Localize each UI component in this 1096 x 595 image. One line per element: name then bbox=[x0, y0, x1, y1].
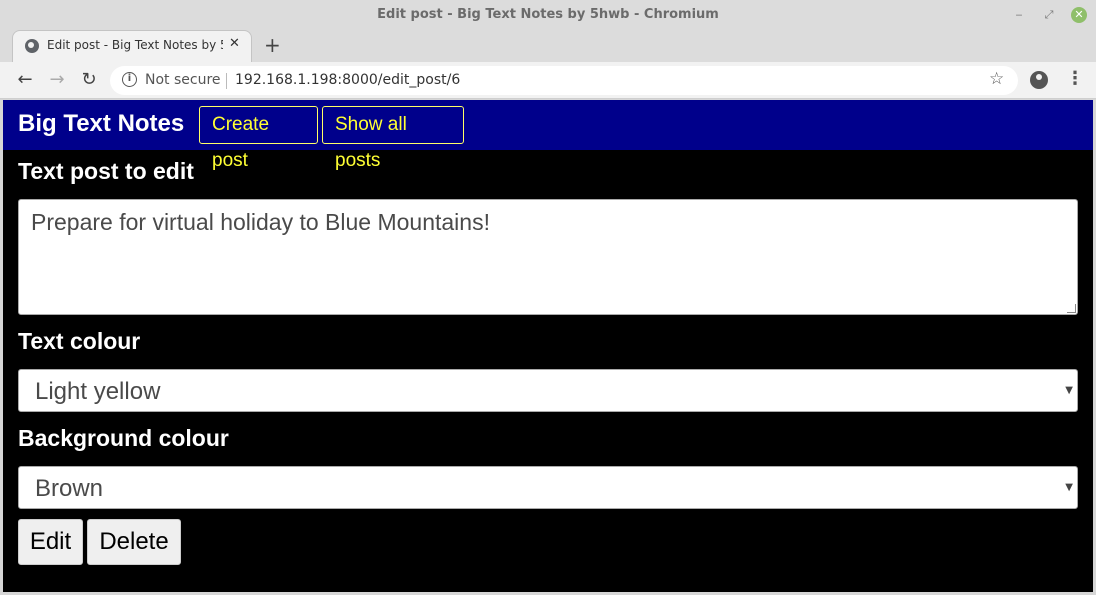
text-colour-label: Text colour bbox=[18, 328, 141, 354]
page-content: Big Text Notes Create post Show all post… bbox=[3, 100, 1093, 592]
forward-arrow-icon[interactable]: → bbox=[46, 69, 68, 90]
maximize-icon[interactable]: ⤢ bbox=[1041, 7, 1057, 23]
tab-title: Edit post - Big Text Notes by 5hwb bbox=[47, 38, 223, 52]
post-text-input[interactable]: Prepare for virtual holiday to Blue Moun… bbox=[18, 199, 1078, 315]
window-title: Edit post - Big Text Notes by 5hwb - Chr… bbox=[377, 7, 719, 22]
info-icon[interactable]: i bbox=[122, 72, 137, 87]
text-colour-select[interactable]: Light yellow ▼ bbox=[18, 369, 1078, 412]
background-colour-value: Brown bbox=[35, 475, 104, 502]
omnibox-divider bbox=[226, 73, 227, 89]
minimize-icon[interactable]: ‒ bbox=[1011, 7, 1027, 23]
show-all-posts-link[interactable]: Show all posts bbox=[322, 106, 464, 171]
reload-icon[interactable]: ↻ bbox=[78, 69, 100, 90]
tab-strip: Edit post - Big Text Notes by 5hwb ✕ + bbox=[0, 30, 1096, 62]
security-label[interactable]: Not secure bbox=[145, 72, 221, 88]
address-bar[interactable]: i Not secure 192.168.1.198:8000/edit_pos… bbox=[110, 66, 1018, 95]
profile-avatar-icon[interactable] bbox=[1030, 71, 1048, 89]
tab-close-icon[interactable]: ✕ bbox=[229, 36, 240, 51]
window-titlebar: Edit post - Big Text Notes by 5hwb - Chr… bbox=[0, 0, 1096, 30]
delete-button[interactable]: Delete bbox=[87, 519, 181, 565]
globe-icon bbox=[25, 39, 39, 53]
bookmark-star-icon[interactable]: ☆ bbox=[989, 69, 1004, 89]
new-tab-button[interactable]: + bbox=[264, 33, 281, 57]
site-brand[interactable]: Big Text Notes bbox=[18, 110, 184, 138]
create-post-link[interactable]: Create post bbox=[199, 106, 318, 171]
resize-grip-icon[interactable] bbox=[1067, 304, 1076, 313]
menu-dots-icon[interactable]: ⋮ bbox=[1066, 68, 1084, 89]
edit-button[interactable]: Edit bbox=[18, 519, 83, 565]
browser-toolbar: ← → ↻ i Not secure 192.168.1.198:8000/ed… bbox=[0, 62, 1096, 99]
browser-tab[interactable]: Edit post - Big Text Notes by 5hwb ✕ bbox=[12, 30, 252, 62]
url-text[interactable]: 192.168.1.198:8000/edit_post/6 bbox=[235, 72, 460, 88]
text-colour-value: Light yellow bbox=[35, 378, 161, 405]
dropdown-caret-icon: ▼ bbox=[1065, 385, 1073, 396]
site-navbar: Big Text Notes Create post Show all post… bbox=[3, 100, 1093, 171]
dropdown-caret-icon: ▼ bbox=[1065, 482, 1073, 493]
close-window-icon[interactable]: ✕ bbox=[1071, 7, 1087, 23]
background-colour-select[interactable]: Brown ▼ bbox=[18, 466, 1078, 509]
background-colour-label: Background colour bbox=[18, 425, 229, 451]
back-arrow-icon[interactable]: ← bbox=[14, 69, 36, 90]
text-post-label: Text post to edit bbox=[18, 158, 194, 184]
